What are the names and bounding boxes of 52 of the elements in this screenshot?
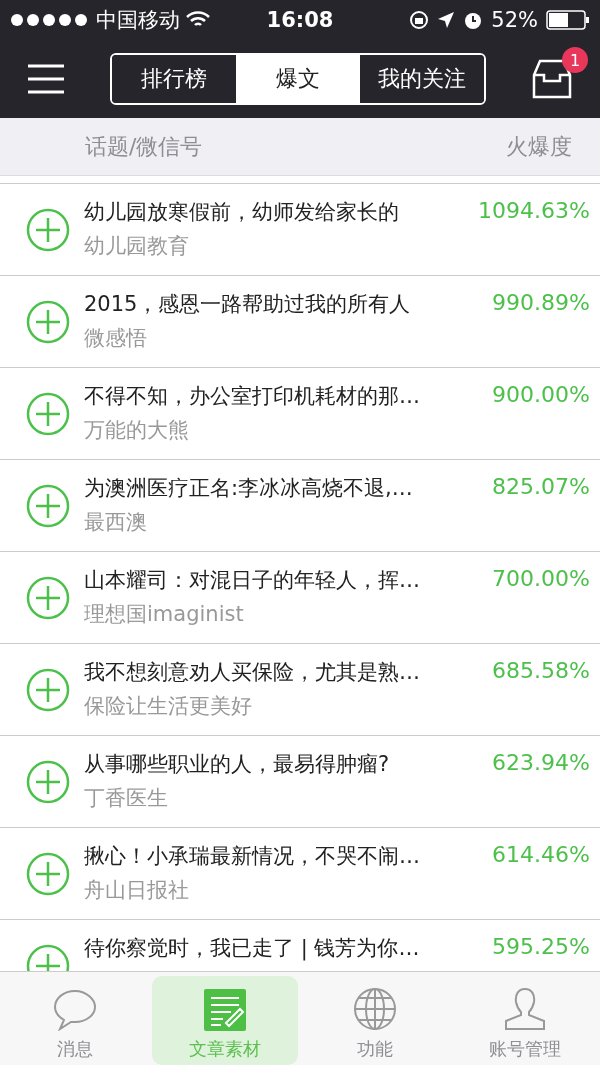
article-title[interactable]: 不得不知，办公室打印机耗材的那… [84, 382, 479, 410]
column-header: 火爆度 [506, 132, 572, 161]
notification-badge: 1 [562, 47, 588, 73]
article-title[interactable]: 2015，感恩一路帮助过我的所有人 [84, 290, 479, 318]
popularity-score: 685.58% [492, 658, 590, 683]
add-circle-icon[interactable] [26, 392, 70, 436]
account-name: 微感悟 [84, 325, 148, 352]
segment-tab[interactable]: 爆文 [236, 55, 360, 103]
battery-percent: 52% [491, 8, 538, 32]
popularity-score: 614.46% [492, 842, 590, 867]
account-name: 理想国imaginist [84, 601, 245, 628]
globe-icon [353, 987, 397, 1031]
rotation-lock-icon [409, 10, 430, 30]
battery-icon [546, 10, 590, 30]
article-title[interactable]: 待你察觉时，我已走了 | 钱芳为你… [84, 934, 479, 962]
document-pencil-icon [204, 989, 246, 1031]
account-name: 丁香医生 [84, 785, 169, 812]
article-title[interactable]: 幼儿园放寒假前，幼师发给家长的 [84, 198, 465, 226]
clock-time: 16:08 [266, 8, 334, 32]
add-circle-icon[interactable] [26, 668, 70, 712]
speech-bubble-icon [53, 989, 97, 1031]
carrier-name: 中国移动 [96, 7, 180, 34]
account-name: 最西澳 [84, 509, 148, 536]
add-circle-icon[interactable] [26, 208, 70, 252]
add-circle-icon[interactable] [26, 576, 70, 620]
popularity-score: 900.00% [492, 382, 590, 407]
article-title[interactable]: 揪心！小承瑞最新情况，不哭不闹… [84, 842, 479, 870]
signal-icon [10, 13, 90, 27]
person-icon [503, 987, 547, 1031]
popularity-score: 990.89% [492, 290, 590, 315]
account-name: 舟山日报社 [84, 877, 190, 904]
menu-icon[interactable] [28, 64, 64, 94]
article-title[interactable]: 山本耀司：对混日子的年轻人，挥… [84, 566, 479, 594]
popularity-score: 623.94% [492, 750, 590, 775]
popularity-score: 825.07% [492, 474, 590, 499]
inbox-tray-icon[interactable] [532, 59, 572, 99]
account-name: 幼儿园教育 [84, 233, 190, 260]
popularity-score: 700.00% [492, 566, 590, 591]
article-title[interactable]: 我不想刻意劝人买保险，尤其是熟… [84, 658, 479, 686]
column-header: 话题/微信号 [85, 132, 203, 161]
add-circle-icon[interactable] [26, 852, 70, 896]
article-title[interactable]: 从事哪些职业的人，最易得肿瘤? [84, 750, 479, 778]
add-circle-icon[interactable] [26, 484, 70, 528]
article-title[interactable]: 为澳洲医疗正名:李冰冰高烧不退,… [84, 474, 479, 502]
location-arrow-icon [437, 11, 456, 29]
alarm-icon [463, 10, 484, 30]
popularity-score: 595.25% [492, 934, 590, 959]
add-circle-icon[interactable] [26, 760, 70, 804]
add-circle-icon[interactable] [26, 300, 70, 344]
popularity-score: 1094.63% [478, 198, 590, 223]
account-name: 保险让生活更美好 [84, 693, 253, 720]
account-name: 万能的大熊 [84, 417, 190, 444]
